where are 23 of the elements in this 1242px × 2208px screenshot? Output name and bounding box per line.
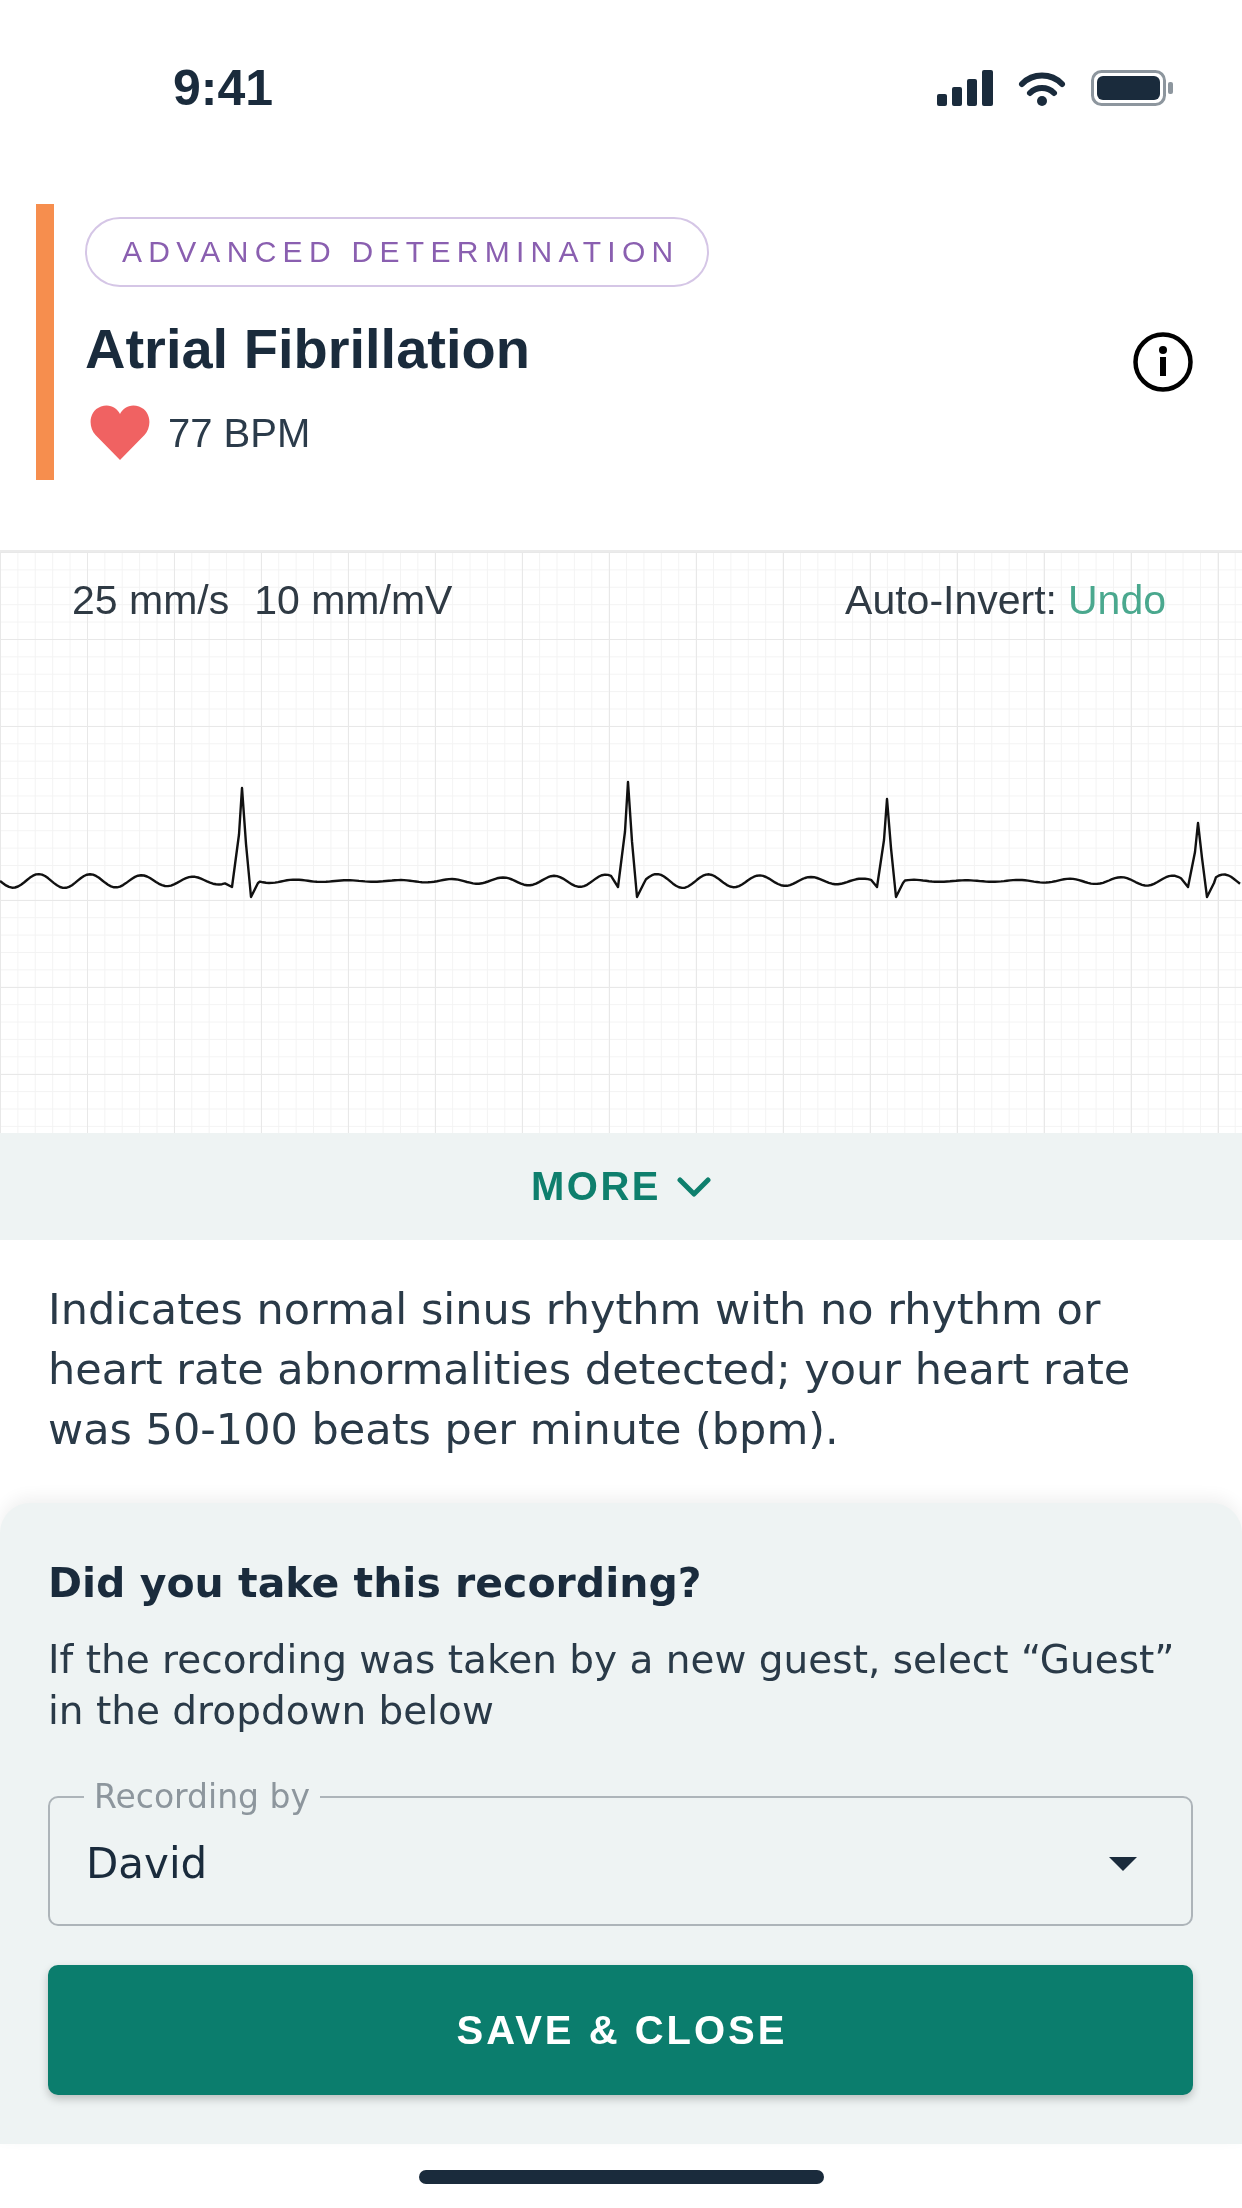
determination-badge: ADVANCED DETERMINATION — [85, 217, 709, 287]
sheet-heading: Did you take this recording? — [48, 1558, 703, 1609]
signal-icon — [937, 70, 993, 106]
heart-rate-text: 77 BPM — [168, 409, 311, 457]
description-text: Indicates normal sinus rhythm with no rhythm or heart rate abnormalities detected; your heart rate was 50-100 beats per minute (bpm). — [47, 1283, 1132, 1456]
heart-icon — [89, 405, 151, 460]
battery-icon — [1091, 70, 1173, 106]
recording-by-dropdown[interactable]: Recording by David — [48, 1779, 1193, 1926]
dropdown-caret-icon — [1109, 1857, 1137, 1871]
result-title: Atrial Fibrillation — [85, 317, 530, 381]
sheet-hint: If the recording was taken by a new guest, select “Guest” in the dropdown below — [48, 1636, 1176, 1735]
dropdown-value: David — [86, 1838, 208, 1890]
wifi-icon — [1017, 70, 1067, 106]
gain-label: 10 mm/mV — [254, 576, 453, 625]
more-button[interactable]: MORE — [0, 1133, 1242, 1240]
info-icon[interactable] — [1133, 332, 1193, 392]
paper-speed-label: 25 mm/s — [72, 576, 230, 625]
dropdown-label: Recording by — [94, 1777, 310, 1816]
status-time: 9:41 — [173, 62, 274, 114]
undo-link[interactable]: Undo — [1068, 575, 1166, 625]
auto-invert-label: Auto-Invert: — [845, 576, 1057, 625]
chevron-down-icon — [677, 1176, 711, 1197]
save-close-button[interactable]: SAVE & CLOSE — [48, 1965, 1193, 2095]
